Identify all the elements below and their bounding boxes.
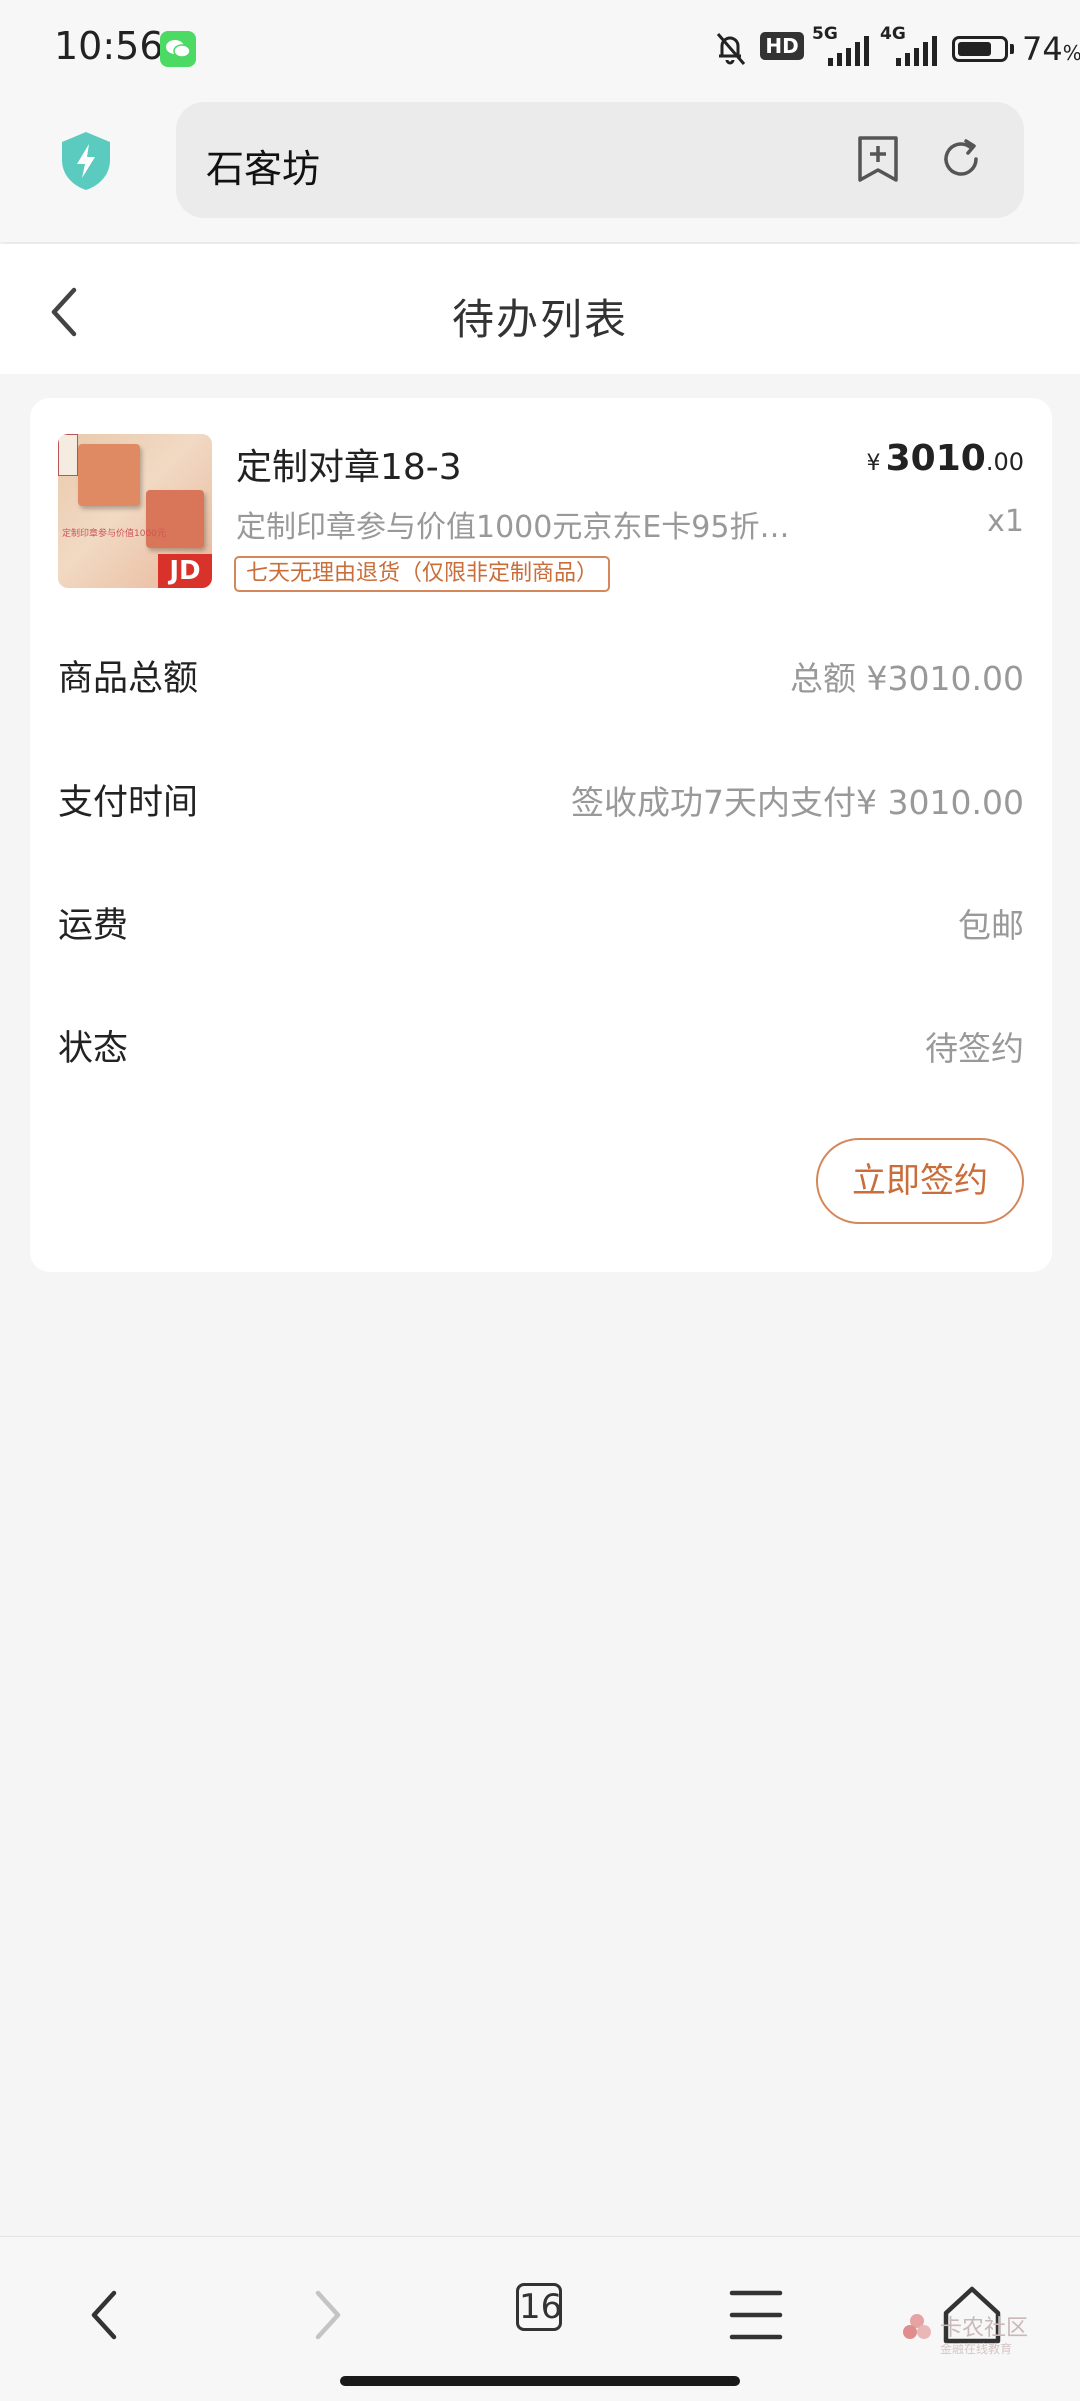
reload-icon[interactable] xyxy=(938,136,984,186)
info-row-payment-time: 支付时间 签收成功7天内支付¥ 3010.00 xyxy=(30,774,1052,834)
thumb-stamp-2 xyxy=(146,490,204,548)
info-value: 待签约 xyxy=(925,1029,1024,1068)
page-title: 待办列表 xyxy=(451,295,628,344)
status-time: 10:56 xyxy=(54,24,164,68)
hd-voice-badge: HD xyxy=(760,32,804,60)
sign-now-button[interactable]: 立即签约 xyxy=(816,1138,1024,1224)
tabs-button[interactable]: 16 xyxy=(502,2277,582,2357)
status-bar: 10:56 HD 5G 4G 74% xyxy=(0,0,1080,100)
order-card: 定制印章参与价值1000元 JD 定制对章18-3 定制印章参与价值1000元京… xyxy=(30,398,1052,1272)
battery-unit: % xyxy=(1062,41,1080,65)
watermark-logo-icon xyxy=(903,2314,931,2339)
product-price: ¥ 3010.00 xyxy=(867,438,1024,479)
price-decimal: .00 xyxy=(985,448,1024,476)
product-description: 定制印章参与价值1000元京东E卡95折… xyxy=(236,510,790,545)
info-label: 支付时间 xyxy=(58,783,199,823)
info-row-total: 商品总额 总额 ¥3010.00 xyxy=(30,650,1052,710)
info-row-status: 状态 待签约 xyxy=(30,1020,1052,1080)
battery-icon xyxy=(952,36,1008,62)
security-shield-icon[interactable] xyxy=(58,130,114,196)
return-policy-badge: 七天无理由退货（仅限非定制商品） xyxy=(234,556,611,592)
tab-count: 16 xyxy=(516,2283,562,2331)
mute-bell-icon xyxy=(710,28,750,72)
thumb-stamp-1 xyxy=(78,444,140,506)
info-label: 状态 xyxy=(58,1029,129,1069)
battery-level-fill xyxy=(958,42,991,56)
thumb-paper-slip xyxy=(58,434,78,476)
battery-tip xyxy=(1010,44,1014,54)
product-thumbnail[interactable]: 定制印章参与价值1000元 JD xyxy=(58,434,212,588)
wechat-notification-icon xyxy=(160,31,196,67)
info-label: 运费 xyxy=(58,906,129,946)
thumb-caption: 定制印章参与价值1000元 xyxy=(62,529,166,539)
watermark-subtext: 金融在线教育 xyxy=(940,2342,1013,2356)
watermark: 卡农社区 金融在线教育 xyxy=(900,2310,1028,2356)
jd-logo: JD xyxy=(158,554,212,588)
menu-icon[interactable] xyxy=(716,2277,796,2357)
product-name: 定制对章18-3 xyxy=(236,447,462,488)
info-value: 总额 ¥3010.00 xyxy=(790,659,1024,698)
nav-forward-icon[interactable] xyxy=(286,2277,366,2357)
info-value: 包邮 xyxy=(958,906,1024,945)
info-value: 签收成功7天内支付¥ 3010.00 xyxy=(571,783,1024,822)
battery-value: 74 xyxy=(1022,30,1063,68)
address-text[interactable]: 石客坊 xyxy=(206,138,320,193)
battery-percentage: 74% xyxy=(1022,30,1080,68)
gesture-home-indicator[interactable] xyxy=(340,2376,740,2386)
nav-back-icon[interactable] xyxy=(66,2277,146,2357)
watermark-text: 卡农社区 xyxy=(940,2316,1029,2341)
price-integer: 3010 xyxy=(885,438,986,479)
browser-address-bar: 石客坊 xyxy=(0,100,1080,242)
info-label: 商品总额 xyxy=(58,659,199,699)
product-quantity: x1 xyxy=(987,504,1024,539)
add-bookmark-icon[interactable] xyxy=(856,134,900,188)
page-header: 待办列表 xyxy=(0,244,1080,374)
info-row-shipping: 运费 包邮 xyxy=(30,897,1052,957)
address-field[interactable]: 石客坊 xyxy=(176,102,1024,218)
price-currency: ¥ xyxy=(866,451,881,476)
